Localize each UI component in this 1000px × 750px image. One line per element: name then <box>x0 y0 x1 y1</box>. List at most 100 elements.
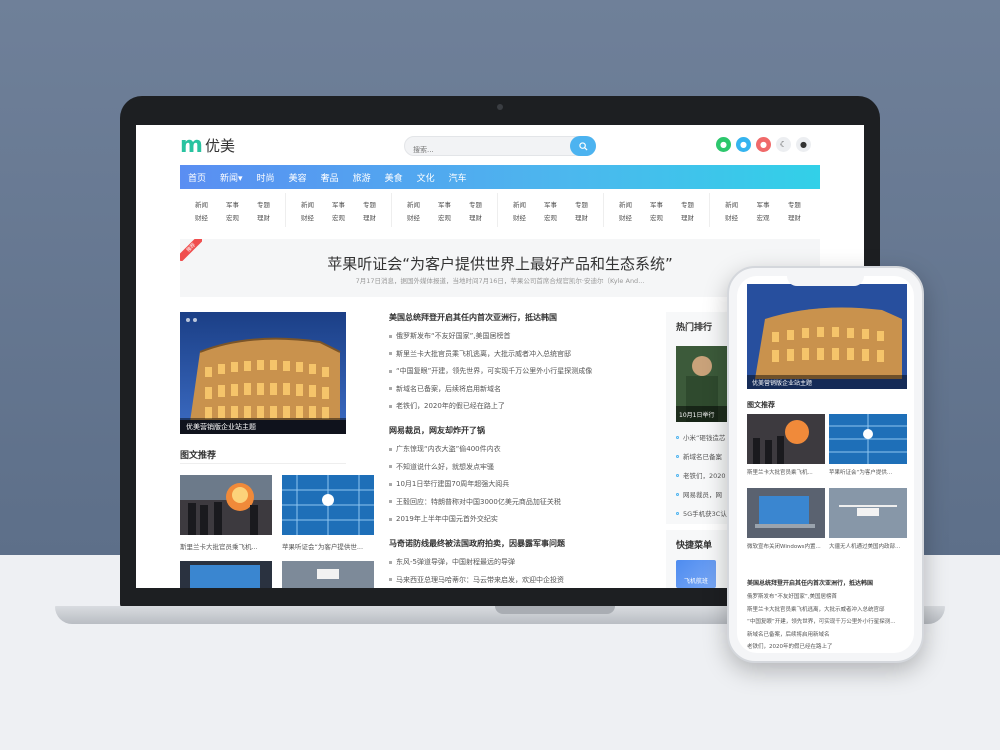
carousel-dots[interactable] <box>186 318 197 322</box>
subnav-link[interactable]: 军事 <box>429 199 460 209</box>
news-item[interactable]: 10月1日举行建国70周年超强大阅兵 <box>389 479 659 489</box>
subnav-link[interactable]: 新闻 <box>610 199 641 209</box>
news-lead[interactable]: 马奇诺防线最终被法国政府拍卖，因暴露军事问题 <box>389 538 659 549</box>
subnav-link[interactable]: 军事 <box>535 199 566 209</box>
phone-news-item[interactable]: 新域名已备案，后续将启用新域名 <box>747 630 907 638</box>
news-item[interactable]: 广东惊现“内衣大盗”偷400件内衣 <box>389 444 659 454</box>
nav-item-culture[interactable]: 文化 <box>417 171 435 184</box>
subnav-link[interactable]: 军事 <box>641 199 672 209</box>
subnav-link[interactable]: 专题 <box>460 199 491 209</box>
thumb-caption[interactable]: 斯里兰卡大批官员乘飞机... <box>180 541 272 551</box>
thumb-image[interactable] <box>180 561 272 588</box>
flight-button[interactable]: 飞机航班 <box>676 560 716 588</box>
nav-item-news[interactable]: 新闻▾ <box>220 171 243 184</box>
thumb-image[interactable] <box>282 561 374 588</box>
phone-thumb[interactable] <box>829 414 907 464</box>
phone-feature-image[interactable]: 优美营销版企业站主题 <box>747 284 907 389</box>
phone-thumb[interactable] <box>747 414 825 464</box>
subnav-link[interactable]: 专题 <box>566 199 597 209</box>
user-icon[interactable]: ● <box>796 137 811 152</box>
news-item[interactable]: 斯里兰卡大批官员乘飞机逃离，大批示威者冲入总统官邸 <box>389 349 659 359</box>
subnav-link[interactable]: 专题 <box>672 199 703 209</box>
news-item[interactable]: “中国复眼”开建，领先世界，可实现千万公里外小行星探测成像 <box>389 366 659 376</box>
thumb-image[interactable] <box>282 475 374 535</box>
phone-thumb-caption[interactable]: 苹果听证会“为客户提供... <box>829 468 907 476</box>
subnav-link[interactable]: 新闻 <box>292 199 323 209</box>
subnav-link[interactable]: 宏观 <box>217 212 248 222</box>
phone-news-lead[interactable]: 美国总统拜登开启其任内首次亚洲行，抵达韩国 <box>747 578 907 587</box>
news-item[interactable]: 不知道说什么好，就想发点牢骚 <box>389 462 659 472</box>
subnav-link[interactable]: 新闻 <box>186 199 217 209</box>
search-input[interactable] <box>405 141 565 159</box>
nav-item-travel[interactable]: 旅游 <box>353 171 371 184</box>
news-item[interactable]: 东风-5弹道导弹，中国射程最远的导弹 <box>389 557 659 567</box>
nav-item-food[interactable]: 美食 <box>385 171 403 184</box>
nav-item-beauty[interactable]: 美容 <box>289 171 307 184</box>
subnav-link[interactable]: 理财 <box>566 212 597 222</box>
nav-item-car[interactable]: 汽车 <box>449 171 467 184</box>
news-item[interactable]: 俄罗斯发布“不友好国家”,美国居榜首 <box>389 331 659 341</box>
subnav-link[interactable]: 宏观 <box>641 212 672 222</box>
news-item[interactable]: 老铁们，2020年的假已经在路上了 <box>389 401 659 411</box>
subnav-link[interactable]: 财经 <box>292 212 323 222</box>
wechat-icon[interactable]: ● <box>716 137 731 152</box>
subnav-link[interactable]: 专题 <box>248 199 279 209</box>
subnav-link[interactable]: 理财 <box>248 212 279 222</box>
phone-news-item[interactable]: 老铁们，2020年的假已经在路上了 <box>747 642 907 650</box>
phone-thumb[interactable] <box>829 488 907 538</box>
thumb-caption[interactable]: 苹果听证会“为客户提供世... <box>282 541 374 551</box>
subnav-link[interactable]: 财经 <box>504 212 535 222</box>
subnav-link[interactable]: 理财 <box>354 212 385 222</box>
news-lead[interactable]: 网易裁员，网友却炸开了锅 <box>389 425 659 436</box>
subnav-link[interactable]: 宏观 <box>535 212 566 222</box>
subnav-link[interactable]: 新闻 <box>716 199 747 209</box>
subnav-link[interactable]: 军事 <box>747 199 778 209</box>
news-item[interactable]: 王毅回应：特朗普称对中国3000亿美元商品加征关税 <box>389 497 659 507</box>
site-logo[interactable]: m 优美 <box>180 133 235 158</box>
subnav-link[interactable]: 财经 <box>186 212 217 222</box>
feature-image[interactable]: 优美营销版企业站主题 <box>180 312 346 434</box>
news-item[interactable]: 马来西亚总理马哈蒂尔：马云带来启发，欢迎中企投资 <box>389 575 659 585</box>
news-item[interactable]: 新域名已备案，后续将启用新域名 <box>389 384 659 394</box>
subnav-link[interactable]: 专题 <box>779 199 810 209</box>
search-button[interactable] <box>570 136 596 156</box>
moon-icon[interactable]: ☾ <box>776 137 791 152</box>
nav-item-fashion[interactable]: 时尚 <box>257 171 275 184</box>
subnav-link[interactable]: 宏观 <box>747 212 778 222</box>
hot-item[interactable]: 网易裁员，网 <box>676 489 727 499</box>
subnav-link[interactable]: 理财 <box>672 212 703 222</box>
subnav-link[interactable]: 宏观 <box>323 212 354 222</box>
nav-item-luxury[interactable]: 奢品 <box>321 171 339 184</box>
phone-news-item[interactable]: “中国复眼”开建，领先世界，可实现千万公里外小行星探测... <box>747 617 907 625</box>
subnav-link[interactable]: 军事 <box>217 199 248 209</box>
hot-item[interactable]: 小米“砸钱造芯 <box>676 432 727 442</box>
subnav-link[interactable]: 新闻 <box>504 199 535 209</box>
phone-thumb-caption[interactable]: 大疆无人机通过美国内政部... <box>829 542 907 550</box>
news-item[interactable]: 2019年上半年中国元首外交纪实 <box>389 514 659 524</box>
phone-thumb-caption[interactable]: 斯里兰卡大批官员乘飞机... <box>747 468 825 476</box>
thumb-image[interactable] <box>180 475 272 535</box>
subnav-link[interactable]: 理财 <box>460 212 491 222</box>
subnav-link[interactable]: 理财 <box>779 212 810 222</box>
hot-ranking-image[interactable]: 10月1日举行 <box>676 346 728 422</box>
subnav-link[interactable]: 财经 <box>716 212 747 222</box>
hot-item[interactable]: 5G手机获3C认 <box>676 508 727 518</box>
subnav-link[interactable]: 财经 <box>610 212 641 222</box>
phone-news-item[interactable]: 斯里兰卡大批官员乘飞机逃离，大批示威者冲入总统官邸 <box>747 605 907 613</box>
phone-thumb[interactable] <box>747 488 825 538</box>
news-lead[interactable]: 美国总统拜登开启其任内首次亚洲行，抵达韩国 <box>389 312 659 323</box>
qq-icon[interactable]: ● <box>736 137 751 152</box>
subnav-link[interactable]: 军事 <box>323 199 354 209</box>
subnav-link[interactable]: 财经 <box>398 212 429 222</box>
phone-news-item[interactable]: 俄罗斯发布“不友好国家”,美国居榜首 <box>747 592 907 600</box>
hot-item[interactable]: 老铁们，2020 <box>676 470 727 480</box>
subnav-link[interactable]: 宏观 <box>429 212 460 222</box>
headline-banner[interactable]: 推荐 苹果听证会“为客户提供世界上最好产品和生态系统” 7月17日消息，据国外媒… <box>180 239 820 297</box>
hot-item[interactable]: 新域名已备案 <box>676 451 727 461</box>
phone-thumb-caption[interactable]: 微软宣布关闭Windows内置... <box>747 542 825 550</box>
weibo-icon[interactable]: ● <box>756 137 771 152</box>
nav-item-home[interactable]: 首页 <box>188 171 206 184</box>
headline-title[interactable]: 苹果听证会“为客户提供世界上最好产品和生态系统” <box>180 253 820 274</box>
subnav-link[interactable]: 专题 <box>354 199 385 209</box>
subnav-link[interactable]: 新闻 <box>398 199 429 209</box>
